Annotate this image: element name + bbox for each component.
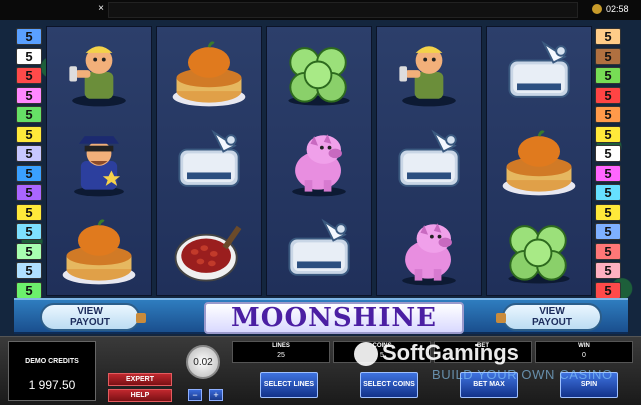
bet-max-button[interactable]: BET MAX — [460, 372, 518, 398]
bet-label: BET — [477, 343, 489, 349]
credits-display: DEMO CREDITS 1 997.50 — [8, 341, 96, 401]
payline-badge-right[interactable]: 5 — [595, 262, 621, 279]
view-payout-right-line1: VIEW — [539, 306, 565, 317]
payline-badge-right[interactable]: 5 — [595, 86, 621, 104]
payline-badge-right[interactable]: 5 — [595, 67, 621, 84]
game-area: 5 5 5 5 5 5 5 5 5 5 5 5 5 5 5 5 5 5 5 5 5 5 5 5 5 5 5 5 VIEW PAYOU… — [0, 20, 641, 336]
sardines-symbol-icon — [494, 32, 584, 112]
payline-badge-left[interactable]: 5 — [16, 28, 42, 45]
bet-stat: BET — [434, 341, 532, 363]
pie-symbol-icon — [494, 121, 584, 201]
view-payout-left-button[interactable]: VIEW PAYOUT — [40, 303, 146, 331]
coin-increase-button[interactable]: + — [209, 389, 223, 401]
payline-badge-left[interactable]: 5 — [16, 125, 42, 143]
reel-3 — [266, 26, 372, 296]
sardines-symbol-icon — [164, 121, 254, 201]
lines-stat: LINES 25 — [232, 341, 330, 363]
win-stat: WIN 0 — [535, 341, 633, 363]
payline-badge-right[interactable]: 5 — [595, 145, 621, 162]
select-lines-button[interactable]: SELECT LINES — [260, 372, 318, 398]
pie-symbol-icon — [164, 32, 254, 112]
reels — [46, 26, 592, 296]
reel-1 — [46, 26, 152, 296]
pig-symbol-icon — [274, 121, 364, 201]
payline-badge-left[interactable]: 5 — [16, 262, 42, 279]
tomatoes-symbol-icon — [274, 32, 364, 112]
lines-value: 25 — [277, 352, 285, 359]
payline-badge-right[interactable]: 5 — [595, 281, 621, 299]
payline-badge-right[interactable]: 5 — [595, 164, 621, 182]
lines-label: LINES — [272, 343, 290, 349]
sardines-symbol-icon — [384, 121, 474, 201]
clock-time: 02:58 — [606, 4, 629, 14]
coins-stat: COINS 5 — [333, 341, 431, 363]
coin-value-chip: 0.02 — [186, 345, 220, 379]
view-payout-right-button[interactable]: VIEW PAYOUT — [496, 303, 602, 331]
payline-badge-left[interactable]: 5 — [16, 281, 42, 299]
payline-badge-right[interactable]: 5 — [595, 28, 621, 45]
payline-badge-left[interactable]: 5 — [16, 47, 42, 65]
reel-2 — [156, 26, 262, 296]
reel-4 — [376, 26, 482, 296]
payline-badge-right[interactable]: 5 — [595, 106, 621, 123]
coin-decrease-button[interactable]: − — [188, 389, 202, 401]
help-button[interactable]: HELP — [108, 389, 172, 402]
payline-indicators-left: 5 5 5 5 5 5 5 5 5 5 5 5 5 5 — [16, 28, 42, 301]
select-coins-button[interactable]: SELECT COINS — [360, 372, 418, 398]
expert-button[interactable]: EXPERT — [108, 373, 172, 386]
credits-value: 1 997.50 — [28, 378, 76, 392]
win-value: 0 — [582, 352, 586, 359]
stats-bar: LINES 25 COINS 5 BET WIN 0 — [232, 341, 633, 363]
clock-icon — [592, 4, 602, 14]
bottle-cork-icon — [136, 313, 146, 323]
control-panel: DEMO CREDITS 1 997.50 EXPERT HELP 0.02 −… — [0, 336, 641, 405]
hillbilly-symbol-icon — [54, 32, 144, 112]
payline-badge-left[interactable]: 5 — [16, 145, 42, 162]
credits-label: DEMO CREDITS — [25, 358, 79, 365]
view-payout-left-line2: PAYOUT — [69, 317, 110, 328]
payline-badge-left[interactable]: 5 — [16, 164, 42, 182]
payline-badge-left[interactable]: 5 — [16, 86, 42, 104]
payline-badge-right[interactable]: 5 — [595, 184, 621, 201]
hillbilly-symbol-icon — [384, 32, 474, 112]
coins-value: 5 — [380, 352, 384, 359]
spin-button[interactable]: SPIN — [560, 372, 618, 398]
beans-symbol-icon — [164, 210, 254, 290]
payline-badge-left[interactable]: 5 — [16, 203, 42, 221]
payline-badge-left[interactable]: 5 — [16, 242, 42, 260]
win-label: WIN — [578, 343, 590, 349]
payline-badge-left[interactable]: 5 — [16, 223, 42, 240]
title-area — [108, 2, 578, 18]
payline-badge-right[interactable]: 5 — [595, 203, 621, 221]
payline-badge-right[interactable]: 5 — [595, 242, 621, 260]
payline-badge-right[interactable]: 5 — [595, 125, 621, 143]
sardines-symbol-icon — [274, 210, 364, 290]
view-payout-right-line2: PAYOUT — [531, 317, 572, 328]
close-icon[interactable]: × — [96, 4, 106, 14]
sheriff-symbol-icon — [54, 121, 144, 201]
payline-badge-right[interactable]: 5 — [595, 223, 621, 240]
top-bar: × 02:58 — [0, 0, 641, 20]
pie-symbol-icon — [54, 210, 144, 290]
payline-badge-left[interactable]: 5 — [16, 184, 42, 201]
payline-badge-right[interactable]: 5 — [595, 47, 621, 65]
reel-5 — [486, 26, 592, 296]
logo-banner: VIEW PAYOUT MOONSHINE VIEW PAYOUT — [14, 298, 628, 334]
payline-badge-left[interactable]: 5 — [16, 67, 42, 84]
bottle-cork-icon — [496, 313, 506, 323]
coins-label: COINS — [372, 343, 392, 349]
payline-badge-left[interactable]: 5 — [16, 106, 42, 123]
payline-indicators-right: 5 5 5 5 5 5 5 5 5 5 5 5 5 5 — [595, 28, 621, 301]
pig-symbol-icon — [384, 210, 474, 290]
view-payout-left-line1: VIEW — [77, 306, 103, 317]
tomatoes-symbol-icon — [494, 210, 584, 290]
game-logo: MOONSHINE — [204, 302, 464, 334]
